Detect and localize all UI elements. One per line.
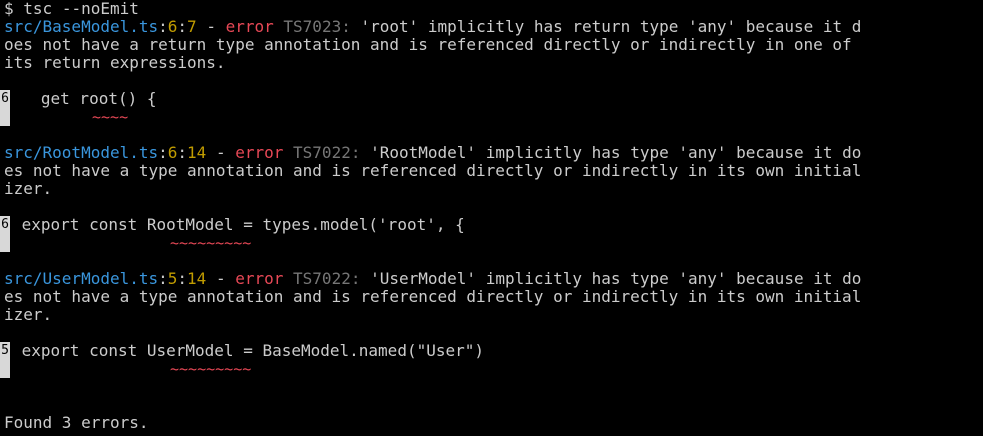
error-message-continuation: es not have a type annotation and is ref… bbox=[4, 287, 862, 306]
error-squiggle-underline: ~~~~ bbox=[92, 108, 129, 126]
error-column-number: 14 bbox=[187, 143, 207, 162]
error-header-line: src/UserModel.ts:5:14 - error TS7022: 'U… bbox=[4, 270, 861, 288]
error-sep: : bbox=[177, 17, 188, 36]
source-line-gutter: 5 bbox=[0, 342, 10, 378]
source-code-line: export const UserModel = BaseModel.named… bbox=[12, 341, 485, 360]
error-message-continuation: its return expressions. bbox=[4, 53, 226, 72]
error-file-path: src/UserModel.ts bbox=[4, 269, 159, 288]
error-level: error bbox=[235, 269, 284, 288]
error-message: 'root' implicitly has return type 'any' … bbox=[350, 17, 862, 36]
error-sep: : bbox=[158, 269, 168, 288]
error-file-path: src/BaseModel.ts bbox=[4, 17, 159, 36]
source-line-gutter: 6 bbox=[0, 90, 10, 126]
error-code: TS7023 bbox=[283, 17, 342, 36]
command-line: $ tsc --noEmit bbox=[4, 0, 139, 18]
error-message-continuation: izer. bbox=[4, 305, 53, 324]
error-sep: : bbox=[158, 17, 168, 36]
error-line-number: 6 bbox=[167, 143, 178, 162]
command-text: tsc --noEmit bbox=[23, 0, 139, 18]
error-line-number: 6 bbox=[167, 17, 178, 36]
error-summary: Found 3 errors. bbox=[4, 413, 149, 432]
error-message-continuation: oes not have a return type annotation an… bbox=[4, 35, 852, 54]
source-code-line: export const RootModel = types.model('ro… bbox=[12, 215, 465, 234]
error-file-path: src/RootModel.ts bbox=[4, 143, 159, 162]
error-header-line: src/RootModel.ts:6:14 - error TS7022: 'R… bbox=[4, 144, 861, 162]
error-sep: : bbox=[177, 269, 188, 288]
error-dash: - bbox=[196, 17, 226, 36]
error-squiggle-underline: ~~~~~~~~~ bbox=[170, 360, 252, 378]
error-column-number: 7 bbox=[187, 17, 197, 36]
error-message: 'RootModel' implicitly has type 'any' be… bbox=[360, 143, 862, 162]
terminal-output: $ tsc --noEmit src/BaseModel.ts:6:7 - er… bbox=[0, 0, 983, 436]
prompt-symbol: $ bbox=[4, 0, 14, 18]
error-sep: : bbox=[177, 143, 188, 162]
error-line-number: 5 bbox=[167, 269, 178, 288]
error-header-line: src/BaseModel.ts:6:7 - error TS7023: 'ro… bbox=[4, 18, 861, 36]
error-column-number: 14 bbox=[187, 269, 207, 288]
error-level: error bbox=[235, 143, 284, 162]
error-squiggle-underline: ~~~~~~~~~ bbox=[170, 234, 252, 252]
error-sep: : bbox=[158, 143, 168, 162]
error-message-continuation: es not have a type annotation and is ref… bbox=[4, 161, 862, 180]
error-code: TS7022 bbox=[293, 269, 351, 288]
error-code: TS7022 bbox=[293, 143, 351, 162]
error-message: 'UserModel' implicitly has type 'any' be… bbox=[360, 269, 862, 288]
error-level: error bbox=[225, 17, 274, 36]
error-dash: - bbox=[206, 143, 236, 162]
error-message-continuation: izer. bbox=[4, 179, 53, 198]
source-code-line: get root() { bbox=[12, 89, 157, 108]
source-line-gutter: 6 bbox=[0, 216, 10, 252]
error-dash: - bbox=[206, 269, 236, 288]
error-code-colon: : bbox=[341, 17, 351, 36]
